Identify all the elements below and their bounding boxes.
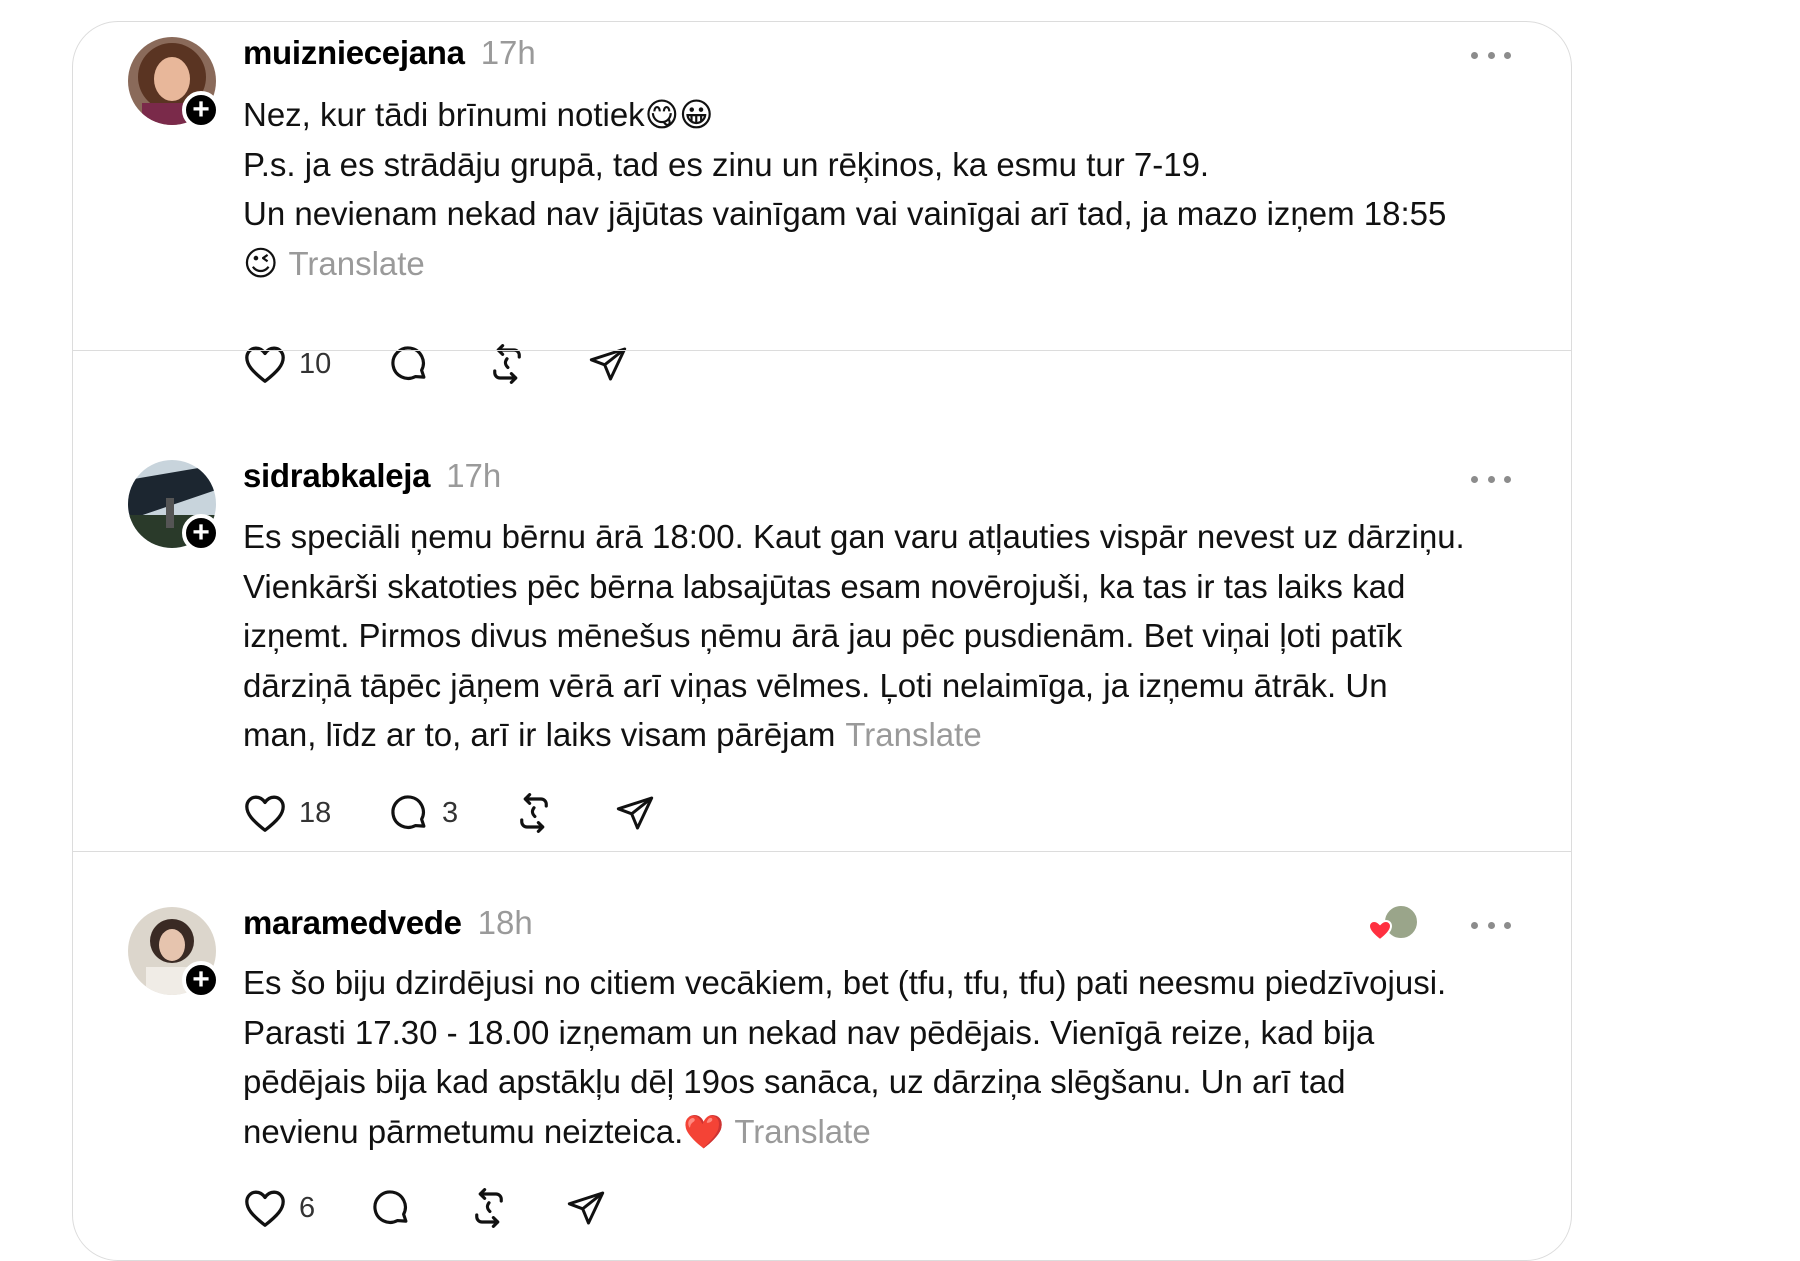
text-line: izņemt. Pirmos divus mēnešus ņēmu ārā ja…: [243, 617, 1403, 654]
text-line: 😉: [243, 243, 279, 284]
post: + maramedvede 18h Es šo biju dzirdējusi …: [73, 874, 1571, 1260]
plus-icon[interactable]: +: [182, 961, 220, 999]
plus-icon[interactable]: +: [182, 91, 220, 129]
comment-icon: [391, 795, 426, 829]
share-button[interactable]: [615, 793, 655, 833]
more-icon[interactable]: [1471, 910, 1511, 940]
post-text: Es šo biju dzirdējusi no citiem vecākiem…: [243, 958, 1553, 1156]
avatar[interactable]: +: [128, 37, 220, 129]
heart-icon: [245, 795, 285, 832]
action-bar: 6: [243, 1184, 606, 1232]
text-line: P.s. ja es strādāju grupā, tad es zinu u…: [243, 145, 1210, 183]
comment-icon: [373, 1190, 408, 1224]
text-line: man, līdz ar to, arī ir laiks visam pārē…: [243, 716, 836, 753]
reply-button[interactable]: 3: [388, 792, 513, 834]
username[interactable]: muizniecejana: [243, 34, 465, 72]
text-line: Nez, kur tādi brīnumi notiek😋😀: [243, 96, 714, 133]
like-button[interactable]: 18: [243, 793, 388, 833]
plus-icon[interactable]: +: [182, 514, 220, 552]
post-divider: [73, 350, 1571, 351]
like-count: 6: [299, 1191, 316, 1224]
username[interactable]: sidrabkaleja: [243, 457, 430, 495]
action-bar: 10: [243, 340, 628, 388]
post-text: Es speciāli ņemu bērnu ārā 18:00. Kaut g…: [243, 512, 1553, 760]
text-line: Es speciāli ņemu bērnu ārā 18:00. Kaut g…: [243, 518, 1465, 555]
text-line: dārziņā tāpēc jāņem vērā arī viņas vēlme…: [243, 666, 1388, 704]
translate-link[interactable]: Translate: [288, 245, 424, 282]
avatar[interactable]: +: [128, 907, 220, 999]
share-button[interactable]: [566, 1188, 606, 1228]
send-icon: [567, 1191, 605, 1225]
more-icon[interactable]: [1471, 40, 1511, 70]
text-line: nevienu pārmetumu neizteica.❤️: [243, 1112, 725, 1150]
reply-button[interactable]: [370, 1187, 468, 1229]
timestamp[interactable]: 17h: [446, 457, 501, 495]
post-divider: [73, 851, 1571, 852]
timestamp[interactable]: 17h: [481, 34, 536, 72]
repost-button[interactable]: [513, 792, 615, 834]
thread-replies-panel: + muizniecejana 17h Nez, kur tādi brīnum…: [72, 21, 1572, 1261]
post: + sidrabkaleja 17h Es speciāli ņemu bērn…: [73, 424, 1571, 874]
text-line: Un nevienam nekad nav jājūtas vainīgam v…: [243, 195, 1447, 232]
text-line: Vienkārši skatoties pēc bērna labsajūtas…: [243, 567, 1406, 605]
liked-by-author-avatar[interactable]: [1366, 904, 1421, 944]
text-line: pēdējais bija kad apstākļu dēļ 19os sanā…: [243, 1063, 1346, 1100]
like-count: 10: [299, 347, 332, 380]
translate-link[interactable]: Translate: [734, 1113, 870, 1150]
more-icon[interactable]: [1471, 464, 1511, 494]
like-button[interactable]: 6: [243, 1188, 370, 1228]
like-count: 18: [299, 796, 332, 829]
send-icon: [616, 796, 654, 830]
repost-icon: [520, 793, 548, 833]
action-bar: 18 3: [243, 789, 655, 837]
translate-link[interactable]: Translate: [845, 716, 981, 753]
avatar[interactable]: +: [128, 460, 220, 552]
post: + muizniecejana 17h Nez, kur tādi brīnum…: [73, 22, 1571, 384]
post-text: Nez, kur tādi brīnumi notiek😋😀 P.s. ja e…: [243, 90, 1553, 289]
repost-button[interactable]: [468, 1187, 566, 1229]
text-line: Parasti 17.30 - 18.00 izņemam un nekad n…: [243, 1013, 1375, 1051]
username[interactable]: maramedvede: [243, 904, 462, 942]
text-line: Es šo biju dzirdējusi no citiem vecākiem…: [243, 964, 1447, 1001]
heart-icon: [245, 1190, 285, 1227]
repost-icon: [475, 1188, 503, 1228]
reply-count: 3: [442, 796, 459, 829]
timestamp[interactable]: 18h: [478, 904, 533, 942]
